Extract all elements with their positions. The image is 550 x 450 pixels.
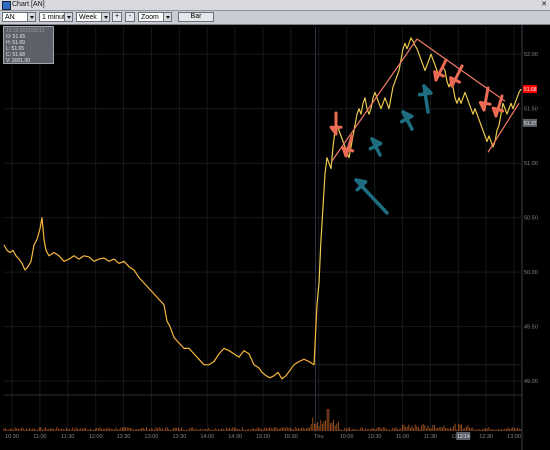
x-tick-label: 10:00 <box>340 434 354 440</box>
chevron-down-icon[interactable] <box>27 13 35 21</box>
x-tick-label: 15:30 <box>284 434 298 440</box>
symbol-select[interactable]: AN <box>2 12 36 22</box>
title-bar: Chart [AN] ✕ <box>0 0 550 11</box>
session-separator <box>315 27 521 432</box>
x-tick-label: 14:00 <box>200 434 214 440</box>
zoom-in-button[interactable]: + <box>112 12 122 22</box>
x-tick-label: 15:00 <box>256 434 270 440</box>
annotations <box>329 38 520 215</box>
ohlc-line: V: 3001.00 <box>6 58 31 64</box>
x-tick-label: 11:00 <box>396 434 409 440</box>
x-tick-label: 13:00 <box>145 434 159 440</box>
x-tick-label: Thu <box>314 434 323 440</box>
zoom-value: Zoom <box>141 14 159 21</box>
symbol-value: AN <box>5 14 15 21</box>
volume-bars: 25K12K <box>3 394 550 431</box>
crosshair-price-label: 51.37 <box>524 121 537 127</box>
y-tick-label: 49.50 <box>524 325 538 331</box>
x-tick-label: 13:30 <box>172 434 186 440</box>
close-icon[interactable]: ✕ <box>540 1 548 9</box>
y-tick-label: 50.50 <box>524 216 538 222</box>
red-arrow-icon <box>482 86 490 112</box>
range-value: Week <box>79 14 97 21</box>
y-tick-label: 52.00 <box>524 52 538 58</box>
price-line-up <box>316 37 522 305</box>
toolbar: AN 1 minute Week + - Zoom Bar <box>0 11 550 25</box>
x-tick-label: 11:00 <box>33 434 46 440</box>
y-tick-label: 50.00 <box>524 270 538 276</box>
y-tick-label: 51.50 <box>524 107 538 113</box>
chart-window: Chart [AN] ✕ AN 1 minute Week + - Zoom B… <box>0 0 550 450</box>
chevron-down-icon[interactable] <box>64 13 72 21</box>
zoom-out-button[interactable]: - <box>125 12 135 22</box>
zoom-select[interactable]: Zoom <box>138 12 172 22</box>
last-price-label: 51.68 <box>524 87 537 93</box>
x-tick-label: 11:30 <box>61 434 74 440</box>
x-tick-label: 12:00 <box>89 434 103 440</box>
window-title: Chart [AN] <box>12 1 45 8</box>
app-icon <box>2 1 11 10</box>
x-tick-label: 12:30 <box>479 434 493 440</box>
chevron-down-icon[interactable] <box>163 13 171 21</box>
x-tick-label: 14:30 <box>228 434 242 440</box>
price-chart[interactable]: 25K12K 52.00 51.50 51.00 50.50 50.00 49.50 49.… <box>0 25 550 450</box>
axes: 52.00 51.50 51.00 50.50 50.00 49.50 49.00 10:30… <box>5 25 550 450</box>
y-tick-label: 49.00 <box>524 379 538 385</box>
x-tick-label: 10:30 <box>5 434 19 440</box>
chart-grid <box>4 27 521 432</box>
chart-style-button[interactable]: Bar <box>178 12 214 22</box>
x-tick-label: 12:30 <box>117 434 131 440</box>
y-tick-label: 51.00 <box>524 161 538 167</box>
interval-select[interactable]: 1 minute <box>39 12 73 22</box>
x-tick-label: 10:30 <box>368 434 382 440</box>
ohlc-tooltip: 13:19 2011/05/12 O: 51.65 H: 51.69 L: 51… <box>3 26 54 64</box>
chevron-down-icon[interactable] <box>101 13 109 21</box>
range-select[interactable]: Week <box>76 12 110 22</box>
x-tick-label: 11:30 <box>424 434 437 440</box>
x-tick-label: 13:00 <box>507 434 521 440</box>
crosshair-time-label: 12:14 <box>457 434 470 440</box>
